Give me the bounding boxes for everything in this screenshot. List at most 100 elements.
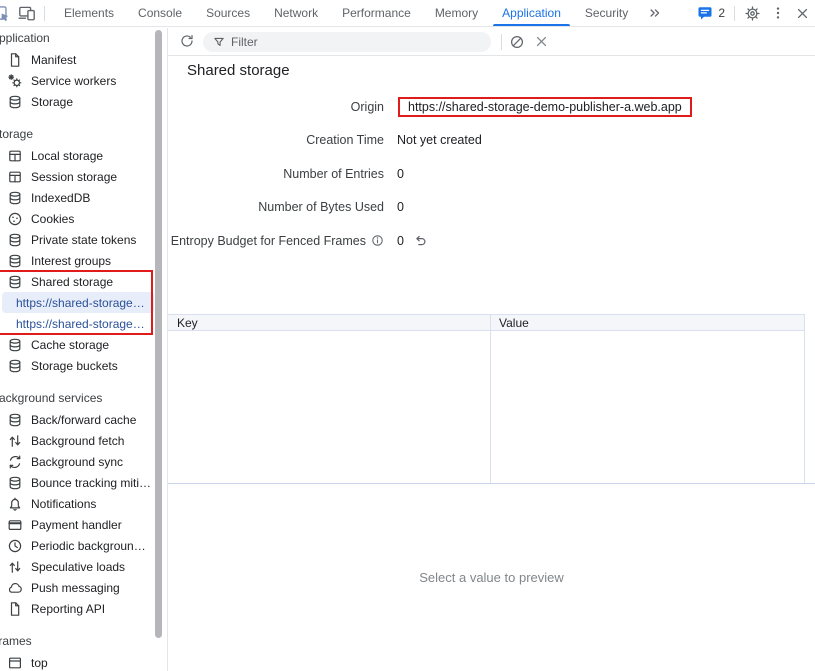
sidebar-item-https-shared-storage[interactable]: https://shared-storage… (2, 313, 154, 334)
sidebar-item-label: Periodic backgroun… (31, 539, 146, 553)
sidebar-item-reporting-api[interactable]: Reporting API (0, 598, 166, 619)
file-icon (7, 601, 23, 617)
detail-label: Number of Entries (168, 167, 384, 181)
sidebar-item-cookies[interactable]: Cookies (0, 208, 166, 229)
table-header-value[interactable]: Value (499, 315, 529, 331)
column-divider[interactable] (490, 314, 491, 483)
info-icon (371, 234, 384, 247)
sidebar-item-storage-buckets[interactable]: Storage buckets (0, 355, 166, 376)
sidebar-item-push-messaging[interactable]: Push messaging (0, 577, 166, 598)
tab-sources[interactable]: Sources (194, 0, 262, 26)
tab-network[interactable]: Network (262, 0, 330, 26)
detail-row-origin: Origin https://shared-storage-demo-publis… (168, 90, 815, 124)
sidebar-item-manifest[interactable]: Manifest (0, 49, 166, 70)
sidebar-item-session-storage[interactable]: Session storage (0, 166, 166, 187)
arrows-up-down-icon (7, 559, 23, 575)
sidebar-section-frames: Frames (0, 631, 166, 652)
sidebar-item-top[interactable]: top (0, 652, 166, 671)
sidebar-item-https-shared-storage[interactable]: https://shared-storage… (2, 292, 154, 313)
sidebar-item-label: Back/forward cache (31, 413, 136, 427)
sidebar-item-notifications[interactable]: Notifications (0, 493, 166, 514)
sidebar-item-service-workers[interactable]: Service workers (0, 70, 166, 91)
tab-memory[interactable]: Memory (423, 0, 490, 26)
sidebar-item-periodic-backgroun[interactable]: Periodic backgroun… (0, 535, 166, 556)
sidebar-item-label: top (31, 656, 48, 670)
sidebar-item-label: Shared storage (31, 275, 113, 289)
sidebar-item-payment-handler[interactable]: Payment handler (0, 514, 166, 535)
database-icon (7, 232, 23, 248)
detail-row-entropy-budget-for-fenced-frames: Entropy Budget for Fenced Frames 0 (168, 224, 815, 258)
sidebar-item-label: Notifications (31, 497, 96, 511)
reset-entropy-budget-button[interactable] (413, 233, 428, 248)
sidebar-item-background-sync[interactable]: Background sync (0, 451, 166, 472)
sidebar-item-storage[interactable]: Storage (0, 91, 166, 112)
sidebar-link-label: https://shared-storage… (16, 296, 145, 310)
sidebar-item-shared-storage[interactable]: Shared storage (0, 271, 166, 292)
origin-value: https://shared-storage-demo-publisher-a.… (398, 97, 692, 117)
sidebar-item-local-storage[interactable]: Local storage (0, 145, 166, 166)
tab-performance[interactable]: Performance (330, 0, 423, 26)
detail-label: Entropy Budget for Fenced Frames (168, 234, 384, 248)
database-icon (7, 94, 23, 110)
filter-input[interactable] (203, 32, 491, 52)
sync-icon (7, 454, 23, 470)
arrows-up-down-icon (7, 433, 23, 449)
database-icon (7, 475, 23, 491)
clear-storage-icon[interactable] (509, 34, 525, 50)
scrollbar-thumb[interactable] (155, 30, 162, 638)
cookie-icon (7, 211, 23, 227)
sidebar-item-label: Storage buckets (31, 359, 118, 373)
sidebar-item-label: Background sync (31, 455, 123, 469)
refresh-button[interactable] (179, 33, 195, 49)
sidebar-item-bounce-tracking-miti[interactable]: Bounce tracking miti… (0, 472, 166, 493)
sidebar-section-background-services: Background services (0, 388, 166, 409)
sidebar-item-interest-groups[interactable]: Interest groups (0, 250, 166, 271)
close-filter-icon[interactable] (534, 34, 549, 49)
application-sidebar: ApplicationManifestService workersStorag… (0, 28, 166, 671)
device-toolbar-icon[interactable] (18, 4, 36, 22)
sidebar-item-background-fetch[interactable]: Background fetch (0, 430, 166, 451)
sidebar-item-label: Service workers (31, 74, 116, 88)
sidebar-item-indexeddb[interactable]: IndexedDB (0, 187, 166, 208)
more-options-icon[interactable] (770, 5, 786, 21)
table-header-key[interactable]: Key (177, 315, 198, 331)
sidebar-item-label: Payment handler (31, 518, 122, 532)
sidebar-item-label: Storage (31, 95, 73, 109)
detail-value: 0 (397, 167, 404, 181)
issues-button[interactable]: 2 (697, 5, 725, 21)
sidebar-item-label: Session storage (31, 170, 117, 184)
tab-console[interactable]: Console (126, 0, 194, 26)
inspect-element-icon[interactable] (0, 4, 10, 22)
tab-application[interactable]: Application (490, 0, 573, 26)
payment-card-icon (7, 517, 23, 533)
sidebar-item-private-state-tokens[interactable]: Private state tokens (0, 229, 166, 250)
tabbar-tabs: ElementsConsoleSourcesNetworkPerformance… (52, 0, 670, 26)
sidebar-scrollbar[interactable] (154, 28, 163, 671)
table-right-border (804, 314, 805, 483)
more-tabs-chevron-icon[interactable] (640, 0, 670, 26)
issues-count: 2 (718, 6, 725, 20)
table-icon (7, 148, 23, 164)
tab-elements[interactable]: Elements (52, 0, 126, 26)
database-icon (7, 358, 23, 374)
sidebar-item-label: Reporting API (31, 602, 105, 616)
sidebar-item-speculative-loads[interactable]: Speculative loads (0, 556, 166, 577)
toolbar-divider (501, 34, 502, 50)
sidebar-item-label: Interest groups (31, 254, 111, 268)
service-worker-icon (7, 73, 23, 89)
sidebar-item-cache-storage[interactable]: Cache storage (0, 334, 166, 355)
sidebar-item-label: Background fetch (31, 434, 124, 448)
tab-security[interactable]: Security (573, 0, 640, 26)
detail-label: Origin (168, 100, 384, 114)
sidebar-item-label: Private state tokens (31, 233, 136, 247)
detail-row-number-of-bytes-used: Number of Bytes Used0 (168, 191, 815, 225)
settings-gear-icon[interactable] (744, 5, 761, 22)
close-devtools-icon[interactable] (795, 6, 810, 21)
sidebar-item-back-forward-cache[interactable]: Back/forward cache (0, 409, 166, 430)
detail-row-creation-time: Creation TimeNot yet created (168, 124, 815, 158)
detail-row-number-of-entries: Number of Entries 0 (168, 157, 815, 191)
detail-value: 0 (397, 234, 404, 248)
database-icon (7, 253, 23, 269)
storage-details: Origin https://shared-storage-demo-publis… (168, 90, 815, 258)
detail-label: Number of Bytes Used (168, 200, 384, 214)
